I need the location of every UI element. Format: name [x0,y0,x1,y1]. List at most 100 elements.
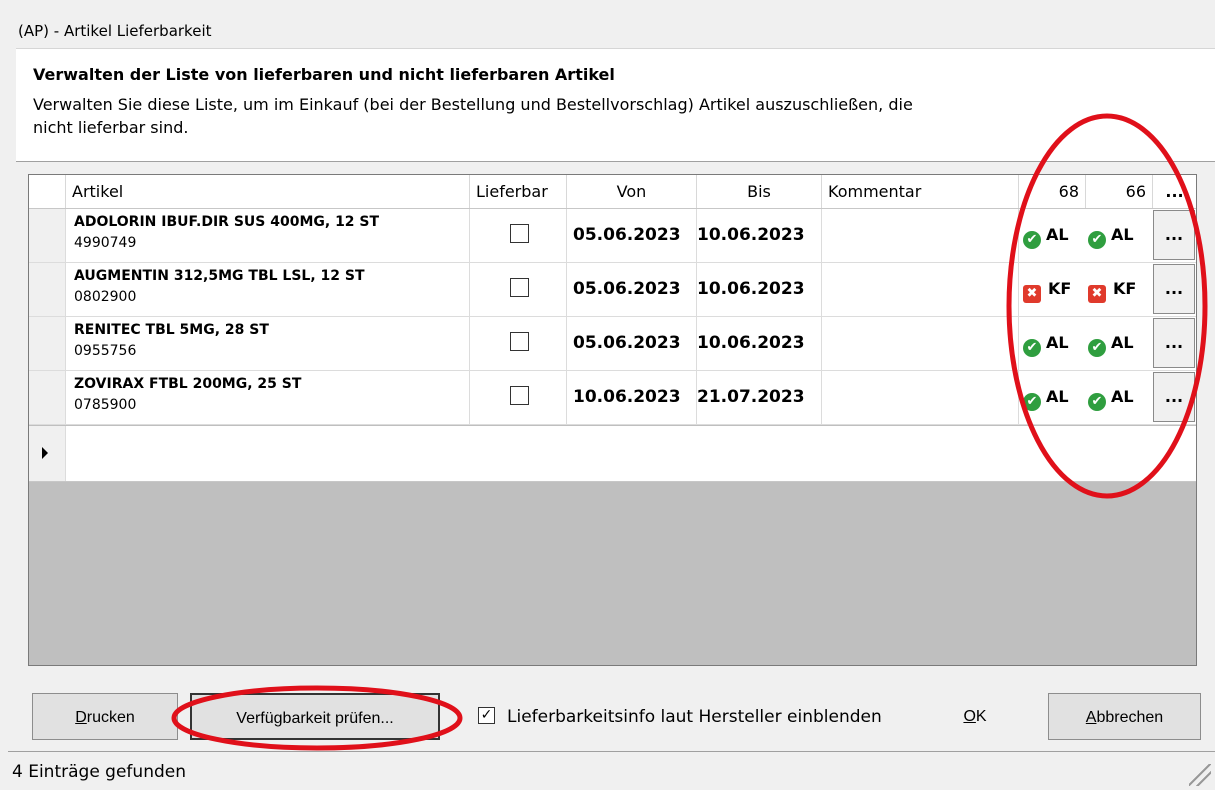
artikel-code: 0802900 [74,289,137,305]
row-more-button[interactable]: ... [1153,264,1195,314]
row-selector[interactable] [29,263,66,316]
col-more[interactable]: ... [1153,175,1196,208]
check-icon: ✔ [1088,393,1106,411]
new-row-selector[interactable] [29,426,66,481]
check-icon: ✔ [1088,339,1106,357]
lieferbar-checkbox[interactable] [510,224,529,243]
bis-cell[interactable]: 10.06.2023 [697,263,822,316]
status-68-text: AL [1046,387,1069,406]
status-text: 4 Einträge gefunden [12,762,186,782]
header-panel: Verwalten der Liste von lieferbaren und … [16,48,1215,162]
check-icon: ✔ [1023,231,1041,249]
kommentar-cell[interactable] [822,263,1019,316]
kommentar-cell[interactable] [822,209,1019,262]
lieferbar-cell [470,317,567,370]
row-selector[interactable] [29,209,66,262]
status-68-cell: ✔ AL [1019,371,1086,424]
status-bar: 4 Einträge gefunden [8,751,1215,790]
col-artikel[interactable]: Artikel [66,175,470,208]
kommentar-cell[interactable] [822,371,1019,424]
manufacturer-info-checkbox[interactable]: ✓ [478,707,495,724]
table-row[interactable]: ADOLORIN IBUF.DIR SUS 400MG, 12 ST 499074… [29,209,1196,263]
lieferbar-checkbox[interactable] [510,386,529,405]
von-cell[interactable]: 05.06.2023 [567,209,697,262]
col-kommentar[interactable]: Kommentar [822,175,1019,208]
print-button[interactable]: Drucken [32,693,178,740]
artikel-code: 0955756 [74,343,137,359]
status-66-text: AL [1111,387,1134,406]
status-66-cell: ✔ AL [1086,317,1153,370]
lieferbar-cell [470,263,567,316]
status-66-text: AL [1111,225,1134,244]
col-bis[interactable]: Bis [697,175,822,208]
status-66-cell: ✔ AL [1086,371,1153,424]
row-more-button[interactable]: ... [1153,372,1195,422]
status-66-cell: ✖ KF [1086,263,1153,316]
von-cell[interactable]: 05.06.2023 [567,317,697,370]
check-icon: ✔ [1023,339,1041,357]
status-66-text: AL [1111,333,1134,352]
von-date: 05.06.2023 [573,279,681,299]
grid-header: Artikel Lieferbar Von Bis Kommentar 68 6… [29,175,1196,209]
status-68-text: AL [1046,225,1069,244]
bis-cell[interactable]: 21.07.2023 [697,371,822,424]
status-66-cell: ✔ AL [1086,209,1153,262]
check-availability-button[interactable]: Verfügbarkeit prüfen... [190,693,440,740]
artikel-code: 4990749 [74,235,137,251]
table-row[interactable]: ZOVIRAX FTBL 200MG, 25 ST 0785900 10.06.20… [29,371,1196,425]
bis-date: 10.06.2023 [697,225,805,245]
ok-button[interactable]: OK [915,693,1035,740]
bis-cell[interactable]: 10.06.2023 [697,317,822,370]
title-bar: (AP) - Artikel Lieferbarkeit [0,0,1215,48]
col-lieferbar[interactable]: Lieferbar [470,175,567,208]
von-date: 10.06.2023 [573,387,681,407]
row-more-button[interactable]: ... [1153,318,1195,368]
table-row[interactable]: AUGMENTIN 312,5MG TBL LSL, 12 ST 0802900 0… [29,263,1196,317]
resize-grip-icon[interactable] [1189,764,1211,786]
artikel-cell[interactable]: AUGMENTIN 312,5MG TBL LSL, 12 ST 0802900 [66,263,470,316]
table-row[interactable]: RENITEC TBL 5MG, 28 ST 0955756 05.06.2023 1… [29,317,1196,371]
artikel-cell[interactable]: ZOVIRAX FTBL 200MG, 25 ST 0785900 [66,371,470,424]
row-header-corner [29,175,66,208]
artikel-code: 0785900 [74,397,137,413]
col-68[interactable]: 68 [1019,175,1086,208]
artikel-cell[interactable]: ADOLORIN IBUF.DIR SUS 400MG, 12 ST 499074… [66,209,470,262]
current-row-arrow-icon [42,447,48,459]
cross-icon: ✖ [1088,285,1106,303]
artikel-name: ADOLORIN IBUF.DIR SUS 400MG, 12 ST [74,214,380,230]
kommentar-cell[interactable] [822,317,1019,370]
von-cell[interactable]: 05.06.2023 [567,263,697,316]
cross-icon: ✖ [1023,285,1041,303]
manufacturer-info-label[interactable]: Lieferbarkeitsinfo laut Hersteller einbl… [507,707,882,727]
status-68-cell: ✔ AL [1019,317,1086,370]
status-68-cell: ✔ AL [1019,209,1086,262]
new-row[interactable] [29,426,1196,482]
artikel-cell[interactable]: RENITEC TBL 5MG, 28 ST 0955756 [66,317,470,370]
status-66-text: KF [1113,279,1137,298]
lieferbar-cell [470,209,567,262]
col-66[interactable]: 66 [1086,175,1153,208]
von-date: 05.06.2023 [573,225,681,245]
status-68-text: KF [1048,279,1072,298]
status-68-cell: ✖ KF [1019,263,1086,316]
articles-grid[interactable]: Artikel Lieferbar Von Bis Kommentar 68 6… [28,174,1197,666]
lieferbar-checkbox[interactable] [510,332,529,351]
bis-date: 10.06.2023 [697,279,805,299]
header-title: Verwalten der Liste von lieferbaren und … [33,65,615,84]
header-description: Verwalten Sie diese Liste, um im Einkauf… [33,95,913,137]
row-more-button[interactable]: ... [1153,210,1195,260]
window-title: (AP) - Artikel Lieferbarkeit [18,22,212,40]
bis-date: 21.07.2023 [697,387,805,407]
bis-cell[interactable]: 10.06.2023 [697,209,822,262]
lieferbar-checkbox[interactable] [510,278,529,297]
artikel-name: ZOVIRAX FTBL 200MG, 25 ST [74,376,302,392]
von-cell[interactable]: 10.06.2023 [567,371,697,424]
check-icon: ✔ [1088,231,1106,249]
row-selector[interactable] [29,371,66,424]
cancel-button[interactable]: Abbrechen [1048,693,1201,740]
bis-date: 10.06.2023 [697,333,805,353]
artikel-name: RENITEC TBL 5MG, 28 ST [74,322,269,338]
row-selector[interactable] [29,317,66,370]
status-68-text: AL [1046,333,1069,352]
col-von[interactable]: Von [567,175,697,208]
